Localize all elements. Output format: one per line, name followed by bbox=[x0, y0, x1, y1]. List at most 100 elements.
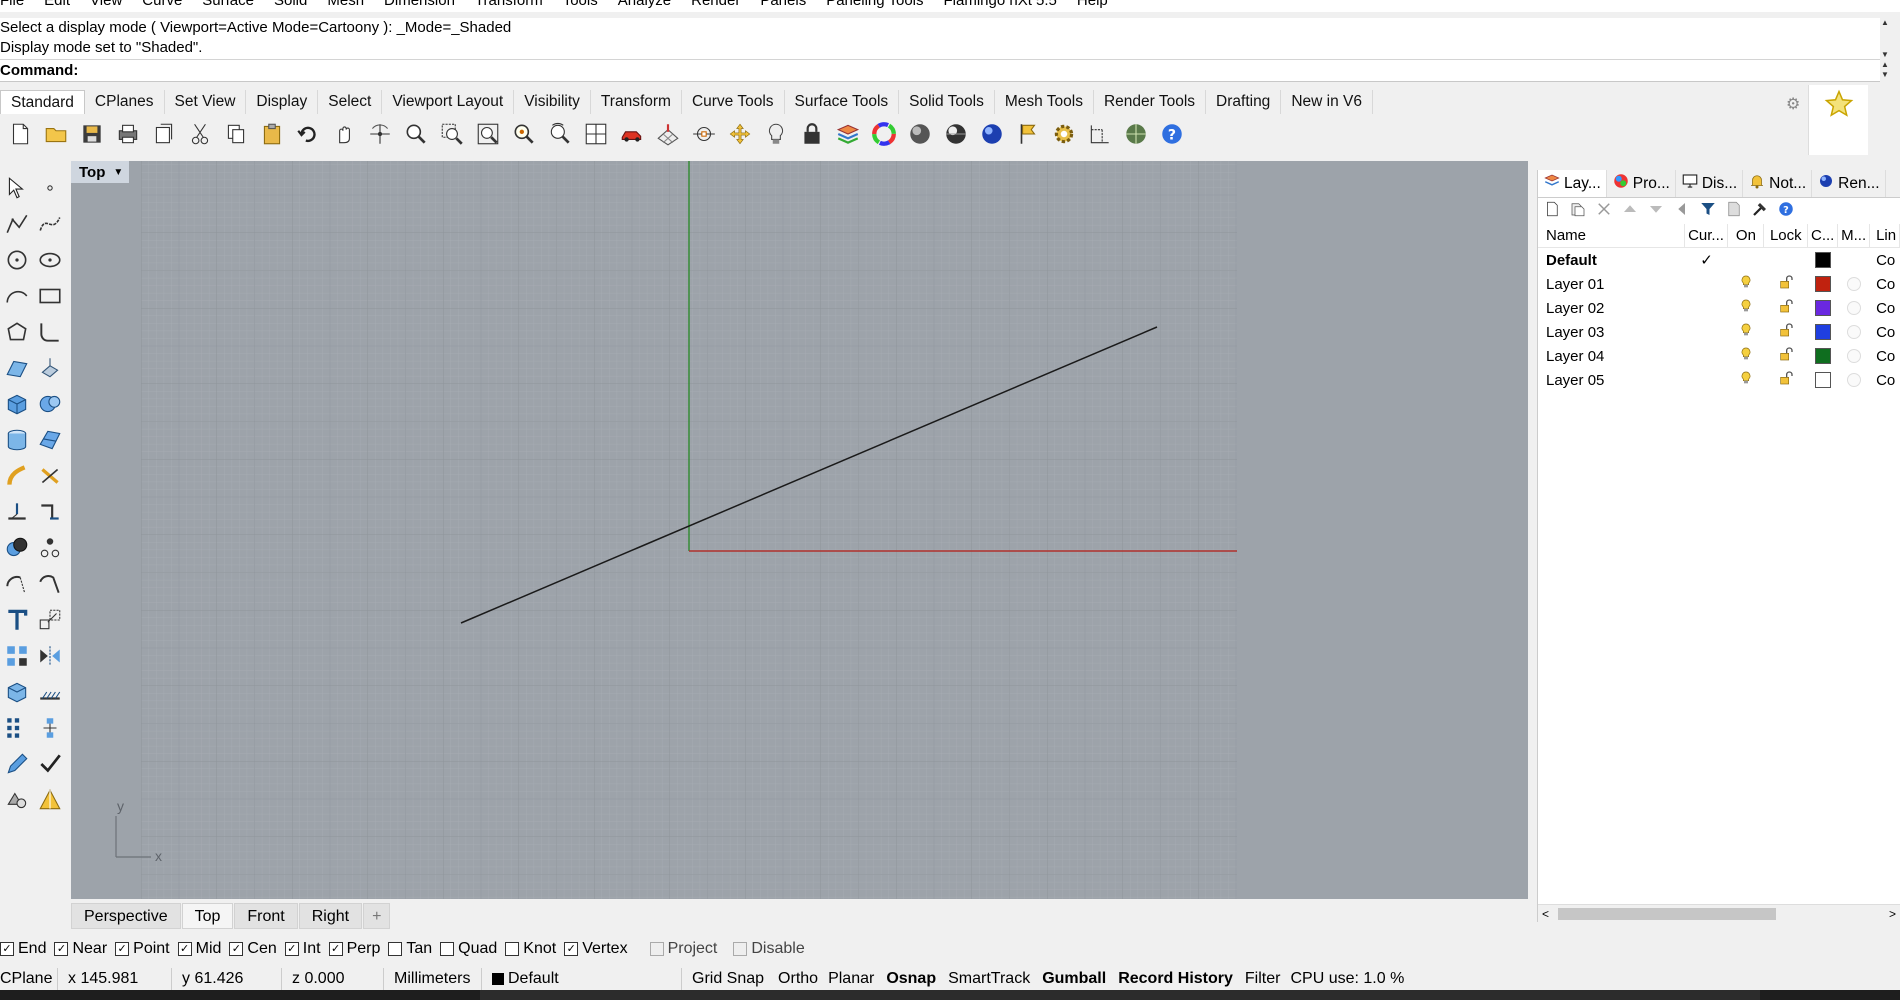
osnap-checkbox[interactable]: ✓ bbox=[54, 942, 69, 956]
pan-icon[interactable] bbox=[328, 118, 360, 150]
boolean-union-icon[interactable] bbox=[0, 530, 33, 566]
menu-curve[interactable]: Curve bbox=[142, 0, 182, 12]
column-current[interactable]: Cur... bbox=[1685, 223, 1729, 248]
osnap-checkbox[interactable] bbox=[505, 942, 520, 956]
column-name[interactable]: Name bbox=[1538, 223, 1685, 248]
light-icon[interactable] bbox=[760, 118, 792, 150]
layer-material[interactable] bbox=[1838, 277, 1870, 291]
layer-color[interactable] bbox=[1808, 252, 1838, 268]
osnap-project[interactable]: Project bbox=[649, 940, 717, 958]
osnap-checkbox[interactable]: ✓ bbox=[0, 942, 14, 956]
menu-paneling-tools[interactable]: Paneling Tools bbox=[826, 0, 923, 12]
layer-material[interactable] bbox=[1838, 301, 1870, 315]
history-scrollbar[interactable]: ▲ ▼ bbox=[1880, 18, 1890, 60]
menu-edit[interactable]: Edit bbox=[44, 0, 70, 12]
scale-icon[interactable] bbox=[33, 602, 66, 638]
layer-name[interactable]: Layer 03 bbox=[1538, 324, 1685, 341]
osnap-toggle[interactable]: Osnap bbox=[880, 968, 942, 990]
command-line[interactable]: Command: ▲ ▼ bbox=[0, 60, 1890, 82]
tab-display[interactable]: Display bbox=[246, 90, 319, 114]
menu-file[interactable]: File bbox=[0, 0, 24, 12]
layer-lock-toggle[interactable] bbox=[1764, 274, 1808, 294]
menu-flamingo-nxt-5-5[interactable]: Flamingo nXt 5.5 bbox=[944, 0, 1057, 12]
layer-on-toggle[interactable] bbox=[1728, 346, 1764, 366]
color-wheel-icon[interactable] bbox=[868, 118, 900, 150]
osnap-end[interactable]: ✓ End bbox=[0, 940, 46, 958]
osnap-checkbox[interactable] bbox=[440, 942, 455, 956]
print-icon[interactable] bbox=[112, 118, 144, 150]
cylinder-icon[interactable] bbox=[0, 422, 33, 458]
select-arrow-icon[interactable] bbox=[0, 170, 33, 206]
copy-icon[interactable] bbox=[220, 118, 252, 150]
osnap-mid[interactable]: ✓ Mid bbox=[177, 940, 221, 958]
scroll-thumb[interactable] bbox=[1558, 908, 1776, 920]
blue-sphere-icon[interactable] bbox=[976, 118, 1008, 150]
viewport-menu-dropdown-icon[interactable]: ▼ bbox=[113, 167, 123, 178]
add-viewport-tab-icon[interactable]: + bbox=[363, 903, 391, 929]
zoom-selected-icon[interactable] bbox=[508, 118, 540, 150]
gumball-toggle[interactable]: Gumball bbox=[1036, 968, 1112, 990]
filter-toggle[interactable]: Filter bbox=[1239, 968, 1287, 990]
tab-surface-tools[interactable]: Surface Tools bbox=[785, 90, 900, 114]
layer-name[interactable]: Layer 04 bbox=[1538, 348, 1685, 365]
layer-linetype[interactable]: Co bbox=[1870, 348, 1900, 365]
column-material[interactable]: M... bbox=[1838, 223, 1871, 248]
column-on[interactable]: On bbox=[1728, 223, 1765, 248]
osnap-checkbox[interactable]: ✓ bbox=[177, 942, 192, 956]
rotate-3d-icon[interactable] bbox=[544, 118, 576, 150]
new-file-icon[interactable] bbox=[4, 118, 36, 150]
layer-row[interactable]: Layer 04 Co bbox=[1538, 344, 1900, 368]
analyze-icon[interactable] bbox=[0, 782, 33, 818]
globe-icon[interactable] bbox=[1120, 118, 1152, 150]
layer-row[interactable]: Layer 01 Co bbox=[1538, 272, 1900, 296]
layer-row[interactable]: Layer 05 Co bbox=[1538, 368, 1900, 392]
box-icon[interactable] bbox=[0, 386, 33, 422]
point-cloud-icon[interactable] bbox=[33, 530, 66, 566]
rendered-sphere-icon[interactable] bbox=[940, 118, 972, 150]
layer-move-parent-icon[interactable] bbox=[1673, 200, 1691, 222]
layer-linetype[interactable]: Co bbox=[1870, 324, 1900, 341]
array-icon[interactable] bbox=[0, 638, 33, 674]
zoom-extents-icon[interactable] bbox=[472, 118, 504, 150]
tab-transform[interactable]: Transform bbox=[591, 90, 682, 114]
layer-material[interactable] bbox=[1838, 325, 1870, 339]
help-icon[interactable]: ? bbox=[1156, 118, 1188, 150]
column-linetype[interactable]: Lin bbox=[1870, 223, 1900, 248]
layer-material[interactable] bbox=[1838, 349, 1870, 363]
layer-move-down-icon[interactable] bbox=[1647, 200, 1665, 222]
scroll-right-icon[interactable]: > bbox=[1889, 905, 1896, 923]
grid-snap-toggle[interactable]: Grid Snap bbox=[682, 968, 774, 990]
osnap-checkbox[interactable]: ✓ bbox=[229, 942, 244, 956]
layer-on-toggle[interactable] bbox=[1728, 322, 1764, 342]
rectangle-icon[interactable] bbox=[33, 278, 66, 314]
smarttrack-toggle[interactable]: SmartTrack bbox=[942, 968, 1036, 990]
layer-layer-states-icon[interactable] bbox=[1725, 200, 1743, 222]
hatch-icon[interactable] bbox=[33, 674, 66, 710]
tab-standard[interactable]: Standard bbox=[0, 90, 85, 114]
tab-select[interactable]: Select bbox=[318, 90, 383, 114]
osnap-checkbox[interactable]: ✓ bbox=[564, 942, 579, 956]
panel-tab-notes[interactable]: Not... bbox=[1743, 170, 1813, 197]
ellipse-icon[interactable] bbox=[33, 242, 66, 278]
layer-on-toggle[interactable] bbox=[1728, 298, 1764, 318]
menu-render[interactable]: Render bbox=[691, 0, 740, 12]
layer-lock-toggle[interactable] bbox=[1764, 346, 1808, 366]
status-units[interactable]: Millimeters bbox=[384, 968, 482, 990]
layer-material[interactable] bbox=[1838, 373, 1870, 387]
gumball-icon[interactable] bbox=[0, 494, 33, 530]
bend-icon[interactable] bbox=[33, 494, 66, 530]
view-tab-perspective[interactable]: Perspective bbox=[71, 903, 181, 929]
cut-icon[interactable] bbox=[184, 118, 216, 150]
view-tab-right[interactable]: Right bbox=[298, 903, 363, 929]
check-icon[interactable] bbox=[33, 746, 66, 782]
flag-icon[interactable] bbox=[1012, 118, 1044, 150]
menu-analyze[interactable]: Analyze bbox=[618, 0, 671, 12]
layer-current-marker[interactable]: ✓ bbox=[1685, 251, 1729, 269]
osnap-checkbox[interactable]: ✓ bbox=[328, 942, 343, 956]
layer-color[interactable] bbox=[1808, 348, 1838, 364]
layer-row[interactable]: Layer 02 Co bbox=[1538, 296, 1900, 320]
zoom-icon[interactable] bbox=[400, 118, 432, 150]
undo-icon[interactable] bbox=[292, 118, 324, 150]
tab-visibility[interactable]: Visibility bbox=[514, 90, 591, 114]
rotate-view-icon[interactable] bbox=[364, 118, 396, 150]
